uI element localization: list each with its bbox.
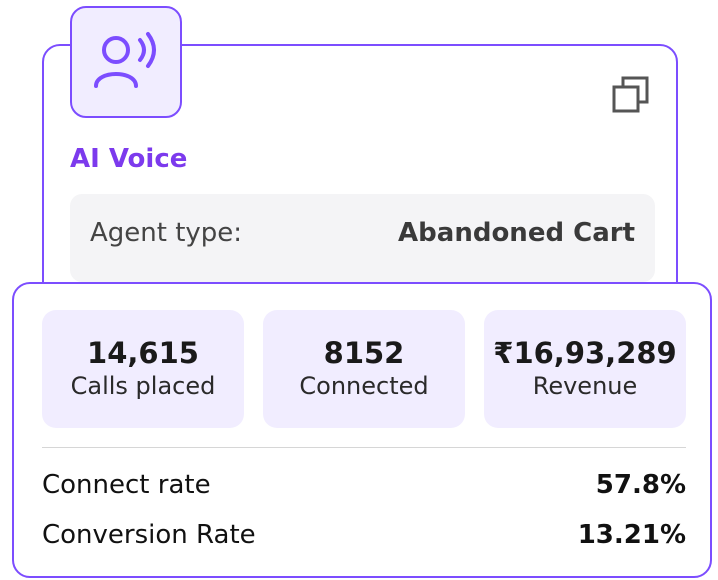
stat-value: 8152 [323,336,405,370]
stat-label: Calls placed [70,371,216,400]
stat-tile-revenue: ₹16,93,289 Revenue [484,310,686,428]
stat-tile-connected: 8152 Connected [263,310,465,428]
metric-label: Conversion Rate [42,520,256,550]
stat-tile-calls-placed: 14,615 Calls placed [42,310,244,428]
agent-type-row: Agent type: Abandoned Cart [70,194,655,282]
agent-title: AI Voice [70,144,188,174]
agent-type-value: Abandoned Cart [398,218,635,248]
metric-label: Connect rate [42,470,211,500]
divider [42,447,686,448]
copy-icon[interactable] [610,74,652,116]
metric-value: 13.21% [577,520,686,550]
stat-value: ₹16,93,289 [493,336,677,370]
stat-label: Revenue [532,371,638,400]
agent-icon-box [70,6,182,118]
metric-value: 57.8% [595,470,686,500]
stat-value: 14,615 [87,336,199,370]
metric-row-connect-rate: Connect rate 57.8% [42,470,686,500]
agent-type-label: Agent type: [90,218,243,248]
stats-card: 14,615 Calls placed 8152 Connected ₹16,9… [12,282,712,578]
metric-row-conversion-rate: Conversion Rate 13.21% [42,520,686,550]
stat-label: Connected [299,371,429,400]
voice-agent-icon [94,32,156,88]
